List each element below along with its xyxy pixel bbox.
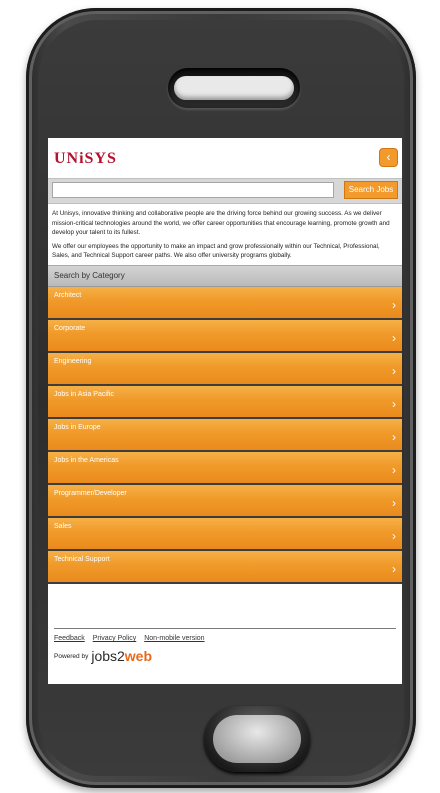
category-item-architect[interactable]: Architect › xyxy=(48,286,402,320)
category-label: Sales xyxy=(54,522,72,530)
mobile-screen: UNiSYS ‹ Search Jobs At Unisys, innovati… xyxy=(48,138,402,684)
jobs2web-logo[interactable]: jobs2web xyxy=(91,648,152,664)
category-list: Architect › Corporate › Engineering › Jobs … xyxy=(48,286,402,584)
category-label: Jobs in the Americas xyxy=(54,456,119,464)
chevron-right-icon: › xyxy=(392,561,396,576)
chevron-right-icon: › xyxy=(392,462,396,477)
category-label: Corporate xyxy=(54,324,86,332)
jobs2web-logo-part2: web xyxy=(124,648,153,664)
home-button[interactable] xyxy=(204,706,310,772)
chevron-right-icon: › xyxy=(392,495,396,510)
chevron-right-icon: › xyxy=(392,330,396,345)
category-label: Architect xyxy=(54,291,82,299)
jobs2web-logo-part1: jobs2 xyxy=(91,648,125,664)
category-item-asia-pacific[interactable]: Jobs in Asia Pacific › xyxy=(48,385,402,419)
unisys-logo[interactable]: UNiSYS xyxy=(54,150,117,168)
category-item-programmer[interactable]: Programmer/Developer › xyxy=(48,484,402,518)
chevron-right-icon: › xyxy=(392,363,396,378)
top-bar: UNiSYS ‹ xyxy=(48,138,402,178)
phone-speaker xyxy=(168,68,300,108)
chevron-right-icon: › xyxy=(392,297,396,312)
search-bar: Search Jobs xyxy=(48,178,402,204)
back-button[interactable]: ‹ xyxy=(379,148,398,167)
powered-by-label: Powered by xyxy=(54,652,89,660)
intro-paragraph-2: We offer our employees the opportunity t… xyxy=(52,242,380,260)
category-label: Programmer/Developer xyxy=(54,489,127,497)
intro-text: At Unisys, innovative thinking and colla… xyxy=(48,204,402,261)
search-input[interactable] xyxy=(52,182,334,198)
category-item-europe[interactable]: Jobs in Europe › xyxy=(48,418,402,452)
feedback-link[interactable]: Feedback xyxy=(54,635,85,642)
category-item-engineering[interactable]: Engineering › xyxy=(48,352,402,386)
category-header: Search by Category xyxy=(48,264,402,287)
category-label: Technical Support xyxy=(54,555,110,563)
chevron-right-icon: › xyxy=(392,528,396,543)
category-label: Jobs in Asia Pacific xyxy=(54,390,114,398)
category-item-technical-support[interactable]: Technical Support › xyxy=(48,550,402,584)
category-item-corporate[interactable]: Corporate › xyxy=(48,319,402,353)
intro-paragraph-1: At Unisys, innovative thinking and colla… xyxy=(52,210,390,237)
privacy-policy-link[interactable]: Privacy Policy xyxy=(93,635,137,642)
chevron-right-icon: › xyxy=(392,396,396,411)
search-jobs-button[interactable]: Search Jobs xyxy=(344,181,398,199)
footer-links: Feedback Privacy Policy Non-mobile versi… xyxy=(54,628,396,642)
category-label: Engineering xyxy=(54,357,92,365)
non-mobile-link[interactable]: Non-mobile version xyxy=(144,635,204,642)
chevron-left-icon: ‹ xyxy=(386,150,391,164)
category-label: Jobs in Europe xyxy=(54,423,101,431)
category-item-americas[interactable]: Jobs in the Americas › xyxy=(48,451,402,485)
category-item-sales[interactable]: Sales › xyxy=(48,517,402,551)
chevron-right-icon: › xyxy=(392,429,396,444)
footer: Feedback Privacy Policy Non-mobile versi… xyxy=(48,628,402,684)
powered-by: Powered by jobs2web xyxy=(54,648,396,664)
